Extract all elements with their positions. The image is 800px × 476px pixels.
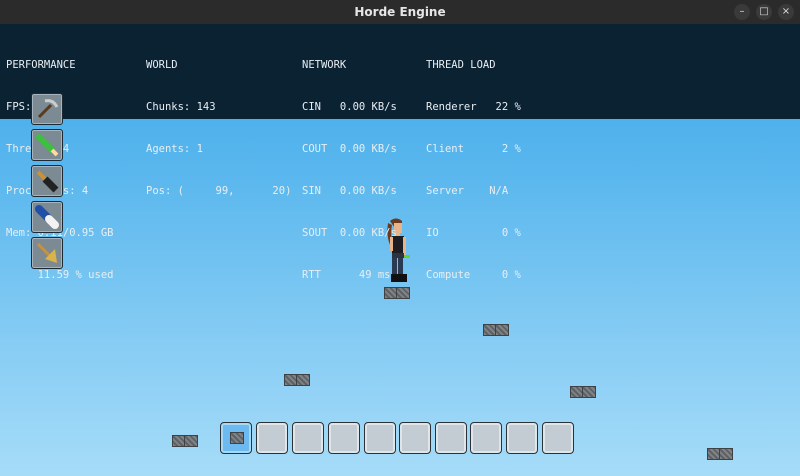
world-heading: WORLD xyxy=(146,59,178,71)
memory-used-readout: 11.59 % used xyxy=(6,269,114,281)
thread-load-panel: THREAD LOAD Renderer 22 % Client 2 % Ser… xyxy=(426,30,521,310)
hotbar-slot-5[interactable] xyxy=(364,422,396,454)
client-load-readout: Client 2 % xyxy=(426,143,521,155)
hotbar-slot-9[interactable] xyxy=(506,422,538,454)
agents-readout: Agents: 1 xyxy=(146,143,203,155)
server-load-readout: Server N/A xyxy=(426,185,509,197)
debug-hud: PERFORMANCE FPS: 99 Threads: 4 Processor… xyxy=(0,24,800,281)
hotbar-slot-2[interactable] xyxy=(256,422,288,454)
hotbar-slot-8[interactable] xyxy=(470,422,502,454)
performance-heading: PERFORMANCE xyxy=(6,59,76,71)
eraser-tool-button[interactable] xyxy=(31,201,63,233)
renderer-load-readout: Renderer 22 % xyxy=(426,101,521,113)
pickaxe-icon xyxy=(37,99,59,119)
thread-load-heading: THREAD LOAD xyxy=(426,59,496,71)
brush-tool-button[interactable] xyxy=(31,165,63,197)
network-panel: NETWORK CIN 0.00 KB/s COUT 0.00 KB/s SIN… xyxy=(302,30,397,310)
window-title: Horde Engine xyxy=(354,5,446,19)
pencil-tool-button[interactable] xyxy=(31,129,63,161)
cout-readout: COUT 0.00 KB/s xyxy=(302,143,397,155)
broom-tool-button[interactable] xyxy=(31,237,63,269)
hotbar-slot-4[interactable] xyxy=(328,422,360,454)
world-panel: WORLD Chunks: 143 Agents: 1 Pos: ( 99, 2… xyxy=(146,30,291,226)
hotbar-slot-1[interactable] xyxy=(220,422,252,454)
rtt-readout: RTT 49 ms xyxy=(302,269,391,281)
io-load-readout: IO 0 % xyxy=(426,227,521,239)
hotbar-slot-7[interactable] xyxy=(435,422,467,454)
stone-block xyxy=(582,386,596,398)
stone-block xyxy=(184,435,198,447)
close-button[interactable]: × xyxy=(778,4,794,20)
stone-block xyxy=(719,448,733,460)
app-window: Horde Engine – □ × PERFORMANCE FPS: 4 4 … xyxy=(0,0,800,476)
paint-brush-icon xyxy=(36,170,59,193)
minimize-button[interactable]: – xyxy=(734,4,750,20)
cin-readout: CIN 0.00 KB/s xyxy=(302,101,397,113)
sout-readout: SOUT 0.00 KB/s xyxy=(302,227,397,239)
hotbar-slot-10[interactable] xyxy=(542,422,574,454)
maximize-button[interactable]: □ xyxy=(756,4,772,20)
stone-block-icon xyxy=(230,432,244,444)
pickaxe-tool-button[interactable] xyxy=(31,93,63,125)
game-viewport[interactable]: PERFORMANCE FPS: 99 Threads: 4 Processor… xyxy=(0,24,800,476)
stone-block xyxy=(495,324,509,336)
sin-readout: SIN 0.00 KB/s xyxy=(302,185,397,197)
hotbar-slot-6[interactable] xyxy=(399,422,431,454)
stone-block xyxy=(296,374,310,386)
eraser-icon xyxy=(35,205,59,229)
chunks-readout: Chunks: 143 xyxy=(146,101,216,113)
title-bar[interactable]: Horde Engine – □ × xyxy=(0,0,800,25)
pencil-icon xyxy=(36,134,59,157)
broom-icon xyxy=(36,242,57,263)
position-readout: Pos: ( 99, 20) xyxy=(146,185,292,197)
compute-load-readout: Compute 0 % xyxy=(426,269,521,281)
hotbar-slot-3[interactable] xyxy=(292,422,324,454)
network-heading: NETWORK xyxy=(302,59,347,71)
